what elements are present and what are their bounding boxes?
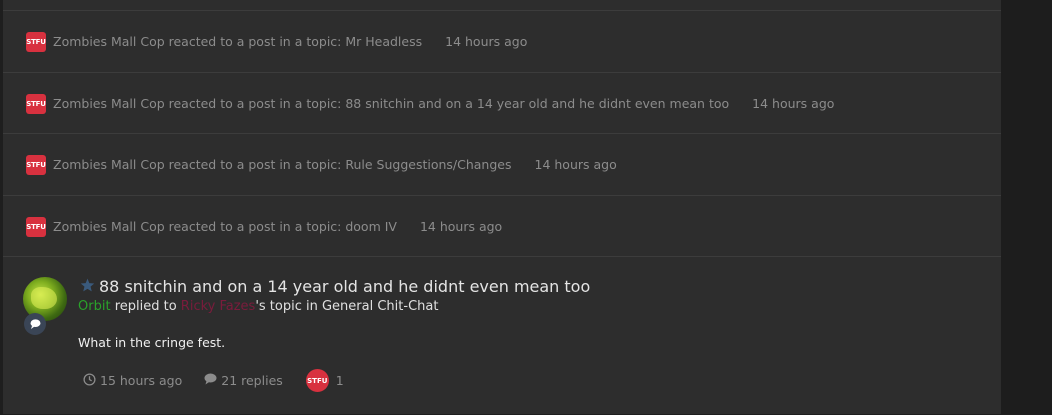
stfu-reaction-icon: STFU	[26, 216, 46, 237]
post-meta: Orbit replied to Ricky Fazes's topic in …	[78, 299, 438, 314]
post-stats: 15 hours ago 21 replies STFU 1	[83, 369, 344, 392]
topic-forum-text: 's topic in General Chit-Chat	[255, 299, 439, 314]
reply-icon	[24, 313, 46, 335]
reaction-count: 1	[335, 373, 344, 388]
reply-count: 21 replies	[204, 373, 283, 388]
stfu-reaction-icon: STFU	[305, 369, 329, 392]
activity-time: 14 hours ago	[752, 96, 835, 111]
comment-icon	[204, 373, 221, 388]
post-title[interactable]: 88 snitchin and on a 14 year old and he …	[99, 277, 590, 296]
activity-feed: STFU Zombies Mall Cop reacted to a post …	[3, 0, 1001, 414]
topic-owner-link[interactable]: Ricky Fazes	[181, 299, 256, 314]
activity-row: STFU Zombies Mall Cop reacted to a post …	[3, 133, 1001, 195]
post-item: 88 snitchin and on a 14 year old and he …	[3, 256, 1001, 415]
stfu-reaction-icon: STFU	[26, 154, 46, 175]
activity-text[interactable]: Zombies Mall Cop reacted to a post in a …	[53, 34, 422, 49]
activity-row: STFU Zombies Mall Cop reacted to a post …	[3, 195, 1001, 257]
activity-text[interactable]: Zombies Mall Cop reacted to a post in a …	[53, 219, 397, 234]
activity-row: STFU Zombies Mall Cop reacted to a post …	[3, 10, 1001, 72]
stfu-reaction-icon: STFU	[26, 31, 46, 52]
activity-text[interactable]: Zombies Mall Cop reacted to a post in a …	[53, 96, 729, 111]
stfu-reaction-icon: STFU	[26, 93, 46, 114]
clock-icon	[83, 372, 100, 389]
activity-time: 14 hours ago	[534, 157, 617, 172]
replied-to-text: replied to	[114, 299, 181, 314]
post-time: 15 hours ago	[83, 372, 182, 389]
activity-time: 14 hours ago	[445, 34, 528, 49]
author-link[interactable]: Orbit	[78, 299, 111, 314]
activity-time: 14 hours ago	[419, 219, 503, 234]
post-body: What in the cringe fest.	[78, 335, 226, 350]
activity-text[interactable]: Zombies Mall Cop reacted to a post in a …	[53, 157, 512, 172]
right-gutter	[1001, 0, 1052, 414]
activity-row: STFU Zombies Mall Cop reacted to a post …	[3, 72, 1001, 134]
post-title-row: 88 snitchin and on a 14 year old and he …	[80, 277, 590, 296]
reactions[interactable]: STFU 1	[305, 369, 344, 392]
star-icon	[80, 277, 95, 296]
post-time-text[interactable]: 15 hours ago	[100, 373, 182, 388]
reply-count-text: 21 replies	[221, 373, 283, 388]
